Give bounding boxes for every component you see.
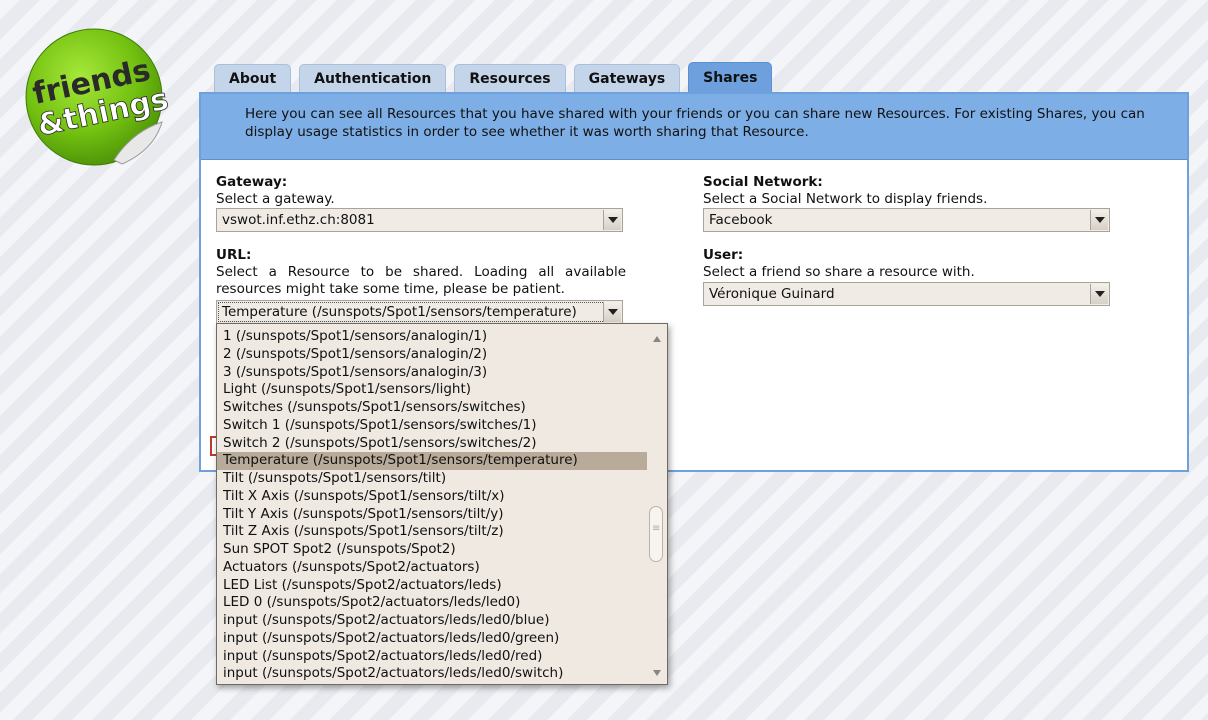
url-dropdown-list[interactable]: 1 (/sunspots/Spot1/sensors/analogin/1) 2…	[216, 323, 668, 685]
tab-gateways[interactable]: Gateways	[573, 64, 681, 92]
dropdown-option[interactable]: Sun SPOT Spot2 (/sunspots/Spot2)	[217, 541, 647, 559]
scroll-up-icon[interactable]	[653, 336, 661, 342]
chevron-down-icon[interactable]	[603, 302, 621, 322]
dropdown-option[interactable]: input (/sunspots/Spot2/actuators/leds/le…	[217, 665, 647, 683]
url-label: URL:	[216, 247, 252, 263]
dropdown-option[interactable]: 2 (/sunspots/Spot1/sensors/analogin/2)	[217, 346, 647, 364]
chevron-down-icon[interactable]	[1090, 284, 1108, 304]
tab-shares[interactable]: Shares	[688, 62, 773, 92]
tab-resources[interactable]: Resources	[454, 64, 566, 92]
friends-things-logo: friends &things	[25, 28, 172, 166]
url-select[interactable]: Temperature (/sunspots/Spot1/sensors/tem…	[216, 300, 623, 324]
user-label: User:	[703, 247, 744, 263]
gateway-select-value: vswot.inf.ethz.ch:8081	[222, 212, 375, 228]
user-select[interactable]: Véronique Guinard	[703, 282, 1110, 306]
chevron-down-icon[interactable]	[603, 210, 621, 230]
dropdown-option[interactable]: Switches (/sunspots/Spot1/sensors/switch…	[217, 399, 647, 417]
dropdown-option[interactable]: Tilt Z Axis (/sunspots/Spot1/sensors/til…	[217, 523, 647, 541]
social-network-label: Social Network:	[703, 174, 823, 190]
dropdown-option[interactable]: 3 (/sunspots/Spot1/sensors/analogin/3)	[217, 364, 647, 382]
gateway-help: Select a gateway.	[216, 191, 335, 207]
dropdown-options: 1 (/sunspots/Spot1/sensors/analogin/1) 2…	[217, 328, 647, 683]
social-network-select[interactable]: Facebook	[703, 208, 1110, 232]
tab-bar: About Authentication Resources Gateways …	[214, 62, 780, 92]
user-select-value: Véronique Guinard	[709, 286, 835, 302]
dropdown-option[interactable]: Tilt X Axis (/sunspots/Spot1/sensors/til…	[217, 488, 647, 506]
chevron-down-icon[interactable]	[1090, 210, 1108, 230]
dropdown-option[interactable]: input (/sunspots/Spot2/actuators/leds/le…	[217, 612, 647, 630]
dropdown-option[interactable]: input (/sunspots/Spot2/actuators/leds/le…	[217, 648, 647, 666]
dropdown-option[interactable]: Tilt (/sunspots/Spot1/sensors/tilt)	[217, 470, 647, 488]
gateway-select[interactable]: vswot.inf.ethz.ch:8081	[216, 208, 623, 232]
url-help: Select a Resource to be shared. Loading …	[216, 264, 626, 297]
dropdown-scrollbar[interactable]	[647, 324, 667, 684]
dropdown-option[interactable]: Switch 1 (/sunspots/Spot1/sensors/switch…	[217, 417, 647, 435]
user-help: Select a friend so share a resource with…	[703, 264, 975, 280]
dropdown-option[interactable]: LED List (/sunspots/Spot2/actuators/leds…	[217, 577, 647, 595]
dropdown-option[interactable]: Tilt Y Axis (/sunspots/Spot1/sensors/til…	[217, 506, 647, 524]
intro-text: Here you can see all Resources that you …	[201, 94, 1187, 160]
dropdown-option-selected[interactable]: Temperature (/sunspots/Spot1/sensors/tem…	[217, 452, 647, 470]
social-network-help: Select a Social Network to display frien…	[703, 191, 988, 207]
scroll-down-icon[interactable]	[653, 670, 661, 676]
scrollbar-thumb[interactable]	[649, 506, 663, 562]
tab-about[interactable]: About	[214, 64, 292, 92]
url-select-value: Temperature (/sunspots/Spot1/sensors/tem…	[222, 304, 577, 320]
dropdown-option[interactable]: Light (/sunspots/Spot1/sensors/light)	[217, 381, 647, 399]
dropdown-option[interactable]: Actuators (/sunspots/Spot2/actuators)	[217, 559, 647, 577]
dropdown-option[interactable]: LED 0 (/sunspots/Spot2/actuators/leds/le…	[217, 594, 647, 612]
gateway-label: Gateway:	[216, 174, 288, 190]
dropdown-option[interactable]: input (/sunspots/Spot2/actuators/leds/le…	[217, 630, 647, 648]
dropdown-option[interactable]: 1 (/sunspots/Spot1/sensors/analogin/1)	[217, 328, 647, 346]
dropdown-option[interactable]: Switch 2 (/sunspots/Spot1/sensors/switch…	[217, 435, 647, 453]
tab-authentication[interactable]: Authentication	[299, 64, 447, 92]
social-network-select-value: Facebook	[709, 212, 773, 228]
